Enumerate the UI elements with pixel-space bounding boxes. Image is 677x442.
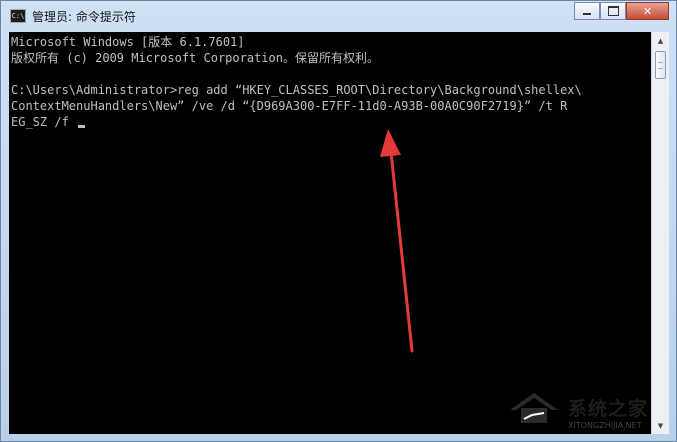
command-prompt-window: C:\ 管理员: 命令提示符 ✕ Microsoft Windows [版本 6… [0, 0, 677, 442]
close-button[interactable]: ✕ [626, 2, 669, 20]
site-watermark: 系统之家 XITONGZHIJIA.NET [500, 388, 676, 442]
console-line: 版权所有 (c) 2009 Microsoft Corporation。保留所有… [11, 51, 379, 65]
console-line: Microsoft Windows [版本 6.1.7601] [11, 35, 245, 49]
minimize-icon [583, 13, 591, 15]
text-cursor [78, 125, 86, 128]
watermark-url: XITONGZHIJIA.NET [568, 421, 642, 430]
maximize-button[interactable] [600, 2, 626, 20]
window-controls: ✕ [574, 2, 669, 21]
console-line: C:\Users\Administrator>reg add “HKEY_CLA… [11, 83, 582, 97]
window-title: 管理员: 命令提示符 [32, 10, 136, 24]
vertical-scrollbar[interactable]: ▲ ▼ [651, 32, 669, 434]
close-icon: ✕ [642, 4, 653, 18]
house-logo-icon [510, 393, 558, 423]
console-line: ContextMenuHandlers\New” /ve /d “{D969A3… [11, 99, 568, 113]
watermark-text: 系统之家 [568, 398, 649, 420]
scroll-up-button[interactable]: ▲ [652, 32, 669, 49]
console-output[interactable]: Microsoft Windows [版本 6.1.7601] 版权所有 (c)… [11, 34, 649, 130]
console-icon[interactable]: C:\ [10, 9, 26, 23]
console-area[interactable]: Microsoft Windows [版本 6.1.7601] 版权所有 (c)… [9, 32, 651, 434]
chevron-up-icon: ▲ [657, 36, 664, 45]
minimize-button[interactable] [574, 2, 600, 20]
title-bar[interactable]: C:\ 管理员: 命令提示符 ✕ [1, 1, 676, 32]
scrollbar-thumb[interactable] [655, 51, 666, 79]
console-line: EG_SZ /f [11, 115, 77, 129]
maximize-icon [607, 6, 619, 16]
